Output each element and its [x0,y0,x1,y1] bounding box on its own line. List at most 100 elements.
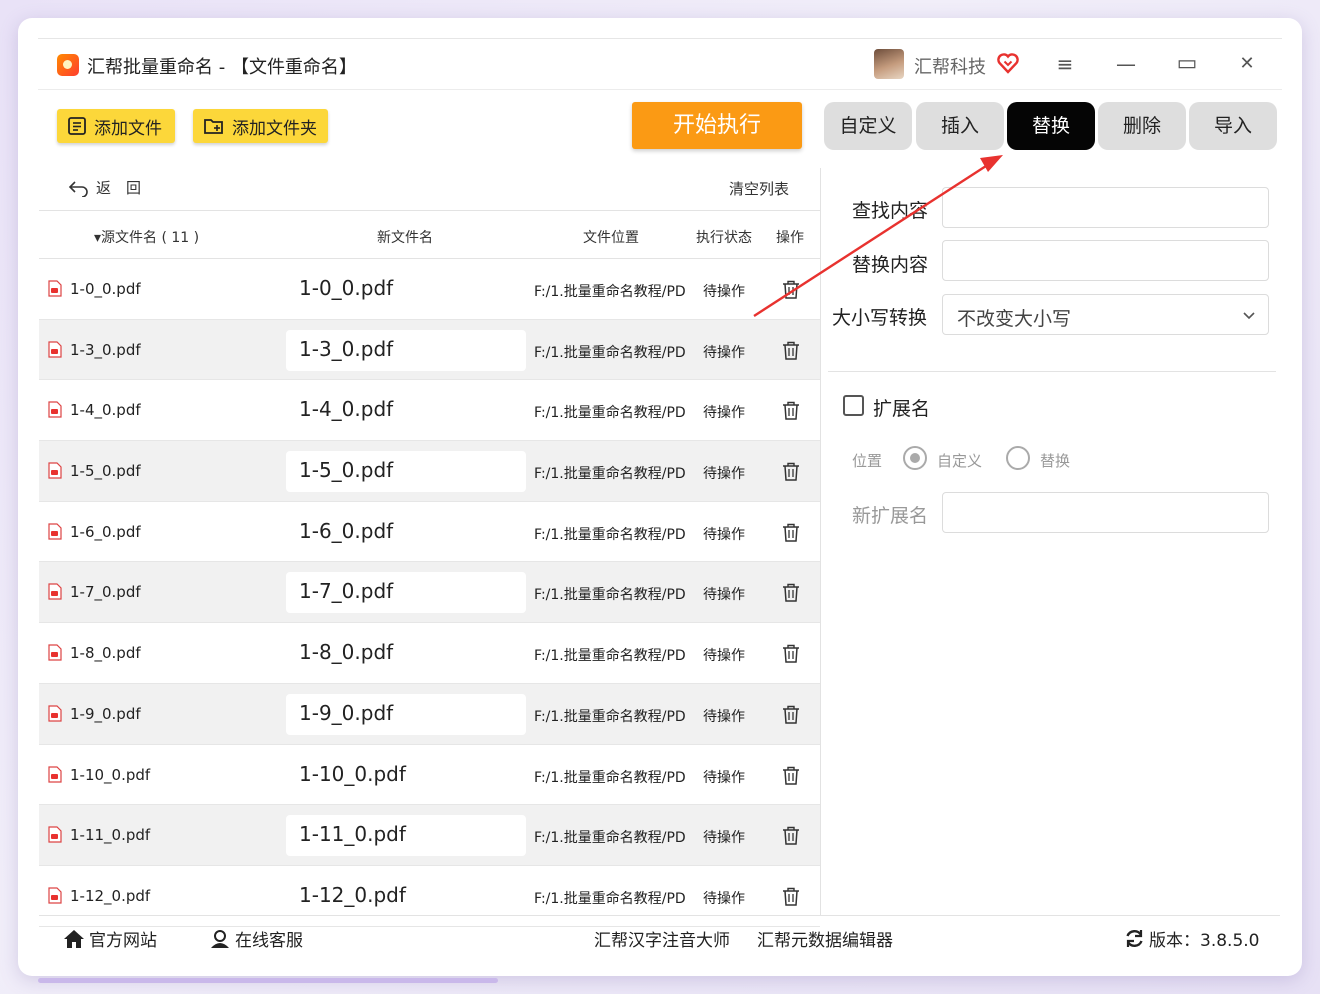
source-filename: 1-4_0.pdf [70,401,141,420]
menu-icon[interactable]: ≡ [1052,51,1078,77]
avatar[interactable] [874,49,904,79]
back-label: 返 回 [96,179,142,197]
case-label: 大小写转换 [832,307,928,329]
table-row[interactable]: 1-6_0.pdf 1-6_0.pdf F:/1.批量重命名教程/PD 待操作 [39,502,820,563]
pdf-icon [48,583,62,601]
add-file-icon [68,117,86,135]
source-filename: 1-5_0.pdf [70,462,141,481]
divider [39,210,820,211]
file-location: F:/1.批量重命名教程/PD [534,405,686,422]
header-source-name[interactable]: ▾源文件名 ( 11 ) [94,227,199,247]
source-filename: 1-12_0.pdf [70,886,151,905]
close-icon[interactable]: ✕ [1234,51,1260,77]
support-link[interactable]: 在线客服 [209,926,303,951]
trash-icon[interactable] [782,826,800,845]
case-select[interactable]: 不改变大小写 [942,294,1269,335]
tab-delete[interactable]: 删除 [1098,102,1186,150]
maximize-icon[interactable]: ▭ [1174,51,1200,77]
extension-checkbox[interactable] [843,395,864,416]
company-name[interactable]: 汇帮科技 [914,53,986,79]
status-text: 待操作 [703,587,745,604]
add-files-button[interactable]: 添加文件 [57,109,175,143]
status-text: 待操作 [703,284,745,300]
header-action: 操作 [776,230,804,246]
pdf-icon [48,644,62,661]
file-location: F:/1.批量重命名教程/PD [534,526,686,543]
back-button[interactable]: 返 回 [68,177,141,198]
new-extension-input[interactable] [942,492,1269,533]
header-location: 文件位置 [583,230,639,246]
trash-icon[interactable] [782,766,800,785]
table-row[interactable]: 1-5_0.pdf 1-5_0.pdf F:/1.批量重命名教程/PD 待操作 [39,441,820,502]
trash-icon[interactable] [782,341,800,360]
new-extension-label: 新扩展名 [852,505,929,527]
table-row[interactable]: 1-7_0.pdf 1-7_0.pdf F:/1.批量重命名教程/PD 待操作 [39,562,820,624]
new-filename: 1-0_0.pdf [299,276,394,300]
table-row[interactable]: 1-9_0.pdf 1-9_0.pdf F:/1.批量重命名教程/PD 待操作 [39,683,820,745]
title-bar: 汇帮批量重命名 - 【文件重命名】 汇帮科技 ≡ — ▭ ✕ [38,38,1282,90]
trash-icon[interactable] [782,644,800,663]
user-icon [211,929,229,948]
new-filename: 1-11_0.pdf [299,822,406,847]
tool-metadata-link[interactable]: 汇帮元数据编辑器 [757,926,893,951]
new-filename: 1-10_0.pdf [299,761,406,786]
status-text: 待操作 [703,466,745,483]
trash-icon[interactable] [782,583,800,603]
radio-custom[interactable] [903,446,927,470]
add-folder-icon [204,119,223,134]
file-location: F:/1.批量重命名教程/PD [534,587,686,604]
replace-input[interactable] [942,240,1269,281]
add-folder-label: 添加文件夹 [232,118,317,139]
status-text: 待操作 [703,648,745,665]
source-filename: 1-11_0.pdf [70,826,151,845]
file-location: F:/1.批量重命名教程/PD [534,284,686,300]
table-row[interactable]: 1-8_0.pdf 1-8_0.pdf F:/1.批量重命名教程/PD 待操作 [39,623,820,684]
table-row[interactable]: 1-0_0.pdf 1-0_0.pdf F:/1.批量重命名教程/PD 待操作 [39,259,820,320]
window-title: 汇帮批量重命名 - 【文件重命名】 [87,57,357,78]
table-row[interactable]: 1-10_0.pdf 1-10_0.pdf F:/1.批量重命名教程/PD 待操… [39,745,820,806]
new-filename: 1-12_0.pdf [299,882,406,907]
trash-icon[interactable] [782,523,800,542]
refresh-icon [1126,930,1143,947]
website-link[interactable]: 官方网站 [63,926,157,951]
file-location: F:/1.批量重命名教程/PD [534,830,686,847]
source-filename: 1-0_0.pdf [70,280,141,298]
version-info[interactable]: 版本：3.8.5.0 [1124,926,1259,951]
radio-replace[interactable] [1006,446,1030,470]
website-label: 官方网站 [89,931,157,951]
clear-list-button[interactable]: 清空列表 [729,178,789,199]
trash-icon[interactable] [782,401,800,421]
table-row[interactable]: 1-11_0.pdf 1-11_0.pdf F:/1.批量重命名教程/PD 待操… [39,805,820,866]
trash-icon[interactable] [782,462,800,481]
trash-icon[interactable] [782,887,800,906]
tab-replace[interactable]: 替换 [1007,102,1095,150]
source-filename: 1-3_0.pdf [70,340,141,359]
tool-pinyin-link[interactable]: 汇帮汉字注音大师 [594,926,730,951]
start-button[interactable]: 开始执行 [632,102,802,149]
table-row[interactable]: 1-4_0.pdf 1-4_0.pdf F:/1.批量重命名教程/PD 待操作 [39,380,820,442]
tab-custom[interactable]: 自定义 [824,102,912,150]
pdf-icon [48,705,62,722]
new-filename: 1-6_0.pdf [299,518,394,543]
tab-import[interactable]: 导入 [1189,102,1277,150]
horizontal-scrollbar[interactable] [38,978,498,983]
find-input[interactable] [942,187,1269,228]
extension-label: 扩展名 [873,398,931,420]
case-select-value: 不改变大小写 [957,308,1072,330]
table-row[interactable]: 1-12_0.pdf 1-12_0.pdf F:/1.批量重命名教程/PD 待操… [39,866,820,927]
pdf-icon [48,523,62,540]
position-label: 位置 [852,452,883,470]
header-new-name: 新文件名 [377,230,433,246]
source-filename: 1-9_0.pdf [70,704,141,723]
table-row[interactable]: 1-3_0.pdf 1-3_0.pdf F:/1.批量重命名教程/PD 待操作 [39,319,820,381]
new-filename: 1-5_0.pdf [299,458,394,483]
pdf-icon [48,280,62,297]
vip-heart-icon[interactable] [996,51,1020,75]
tab-insert[interactable]: 插入 [916,102,1004,150]
minimize-icon[interactable]: — [1113,51,1139,77]
header-status: 执行状态 [696,230,752,246]
trash-icon[interactable] [782,280,800,299]
add-files-label: 添加文件 [94,118,162,139]
trash-icon[interactable] [782,705,800,724]
add-folder-button[interactable]: 添加文件夹 [193,109,328,143]
